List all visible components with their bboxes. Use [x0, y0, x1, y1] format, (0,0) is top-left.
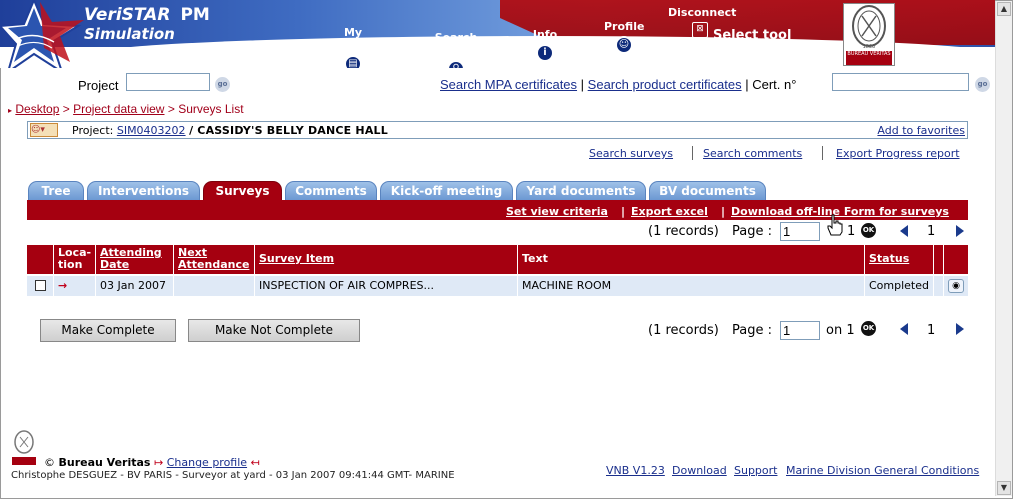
general-conditions-link[interactable]: Marine Division General Conditions	[786, 464, 979, 477]
app-title: VeriSTAR PM	[84, 5, 210, 25]
project-menu-icon[interactable]: ☺▾	[30, 123, 58, 137]
tab-yard-documents[interactable]: Yard documents	[516, 181, 646, 200]
bureau-veritas-logo: 1828 BUREAU VERITAS	[843, 3, 895, 66]
cert-number-label: Cert. n°	[752, 77, 797, 92]
survey-item-cell: INSPECTION OF AIR COMPRES...	[255, 276, 518, 296]
export-excel-link[interactable]: Export excel	[631, 205, 708, 218]
hand-cursor-icon	[827, 214, 843, 236]
col-survey-item[interactable]: Survey Item	[255, 245, 518, 274]
records-count-bottom: (1 records)	[648, 323, 719, 338]
project-name: / CASSIDY'S BELLY DANCE HALL	[189, 124, 388, 137]
disconnect-icon[interactable]: ⊠	[692, 22, 708, 38]
col-next-attendance[interactable]: Next Attendance	[174, 245, 255, 274]
text-cell: MACHINE ROOM	[518, 276, 865, 296]
next-page-icon-top[interactable]	[956, 225, 964, 237]
cert-go-button[interactable]: go	[975, 77, 990, 92]
select-tool-label[interactable]: Select tool	[713, 28, 791, 43]
export-progress-link[interactable]: Export Progress report	[836, 147, 960, 160]
table-row[interactable]: → 03 Jan 2007 INSPECTION OF AIR COMPRES.…	[27, 276, 968, 296]
nav-search-project[interactable]: Search project ⚲	[416, 31, 496, 68]
project-banner: ☺▾ Project: SIM0403202 / CASSIDY'S BELLY…	[27, 121, 968, 139]
veristar-star-logo	[0, 0, 84, 68]
current-page-top: 1	[927, 224, 936, 239]
make-complete-button[interactable]: Make Complete	[40, 319, 176, 342]
page-total-bottom: on 1	[826, 323, 855, 338]
col-text: Text	[518, 245, 865, 274]
tab-bv-documents[interactable]: BV documents	[649, 181, 766, 200]
search-comments-link[interactable]: Search comments	[703, 147, 802, 160]
row-checkbox[interactable]	[35, 280, 46, 291]
page-total-top: 1	[847, 224, 856, 239]
project-go-button[interactable]: go	[215, 77, 230, 92]
current-page-bottom: 1	[927, 323, 936, 338]
version-link[interactable]: VNB V1.23	[606, 464, 665, 477]
ok-button-bottom[interactable]: OK	[861, 321, 876, 336]
records-count-top: (1 records)	[648, 224, 719, 239]
certificate-links: Search MPA certificates | Search product…	[440, 77, 797, 92]
download-link[interactable]: Download	[672, 464, 727, 477]
set-view-criteria-link[interactable]: Set view criteria	[506, 205, 608, 218]
attending-date-cell: 03 Jan 2007	[96, 276, 174, 296]
col-attending-date[interactable]: Attending Date	[96, 245, 174, 274]
view-eye-icon[interactable]: ◉	[948, 279, 964, 293]
page-label-bottom: Page :	[732, 323, 772, 338]
prev-page-icon-top[interactable]	[900, 225, 908, 237]
project-code-link[interactable]: SIM0403202	[117, 124, 186, 137]
project-label: Project	[78, 78, 119, 93]
status-cell: Completed	[865, 276, 934, 296]
tab-kick-off-meeting[interactable]: Kick-off meeting	[380, 181, 513, 200]
breadcrumb: ▸ Desktop > Project data view > Surveys …	[8, 102, 244, 116]
col-status[interactable]: Status	[865, 245, 934, 274]
vertical-scrollbar[interactable]: ▲ ▼	[995, 1, 1012, 496]
tab-surveys[interactable]: Surveys	[203, 181, 282, 200]
desktop-icon: ▤	[344, 55, 362, 68]
app-header: VeriSTAR PM Simulation My desktop ▤ Searc…	[0, 0, 995, 68]
next-page-icon-bottom[interactable]	[956, 323, 964, 335]
cert-number-input[interactable]	[832, 73, 969, 91]
change-profile-link[interactable]: Change profile	[167, 456, 247, 469]
info-icon: i	[536, 44, 554, 62]
search-surveys-link[interactable]: Search surveys	[589, 147, 673, 160]
prev-page-icon-bottom[interactable]	[900, 323, 908, 335]
breadcrumb-marker-icon: ▸	[8, 106, 13, 115]
tab-tree[interactable]: Tree	[28, 181, 84, 200]
ok-button-top[interactable]: OK	[861, 223, 876, 238]
tab-interventions[interactable]: Interventions	[87, 181, 200, 200]
breadcrumb-project-data[interactable]: Project data view	[73, 102, 164, 116]
next-attendance-cell	[174, 276, 255, 296]
page-input-bottom[interactable]	[780, 321, 820, 340]
search-mpa-link[interactable]: Search MPA certificates	[440, 77, 577, 92]
make-not-complete-button[interactable]: Make Not Complete	[188, 319, 360, 342]
app-subtitle: Simulation	[84, 25, 175, 43]
breadcrumb-desktop[interactable]: Desktop	[15, 102, 59, 116]
add-to-favorites-link[interactable]: Add to favorites	[877, 124, 965, 137]
search-product-link[interactable]: Search product certificates	[588, 77, 742, 92]
nav-info[interactable]: Info i	[530, 28, 560, 62]
scroll-up-icon[interactable]: ▲	[997, 2, 1011, 16]
change-profile-arrow-icon: ↦	[153, 456, 164, 469]
project-search-input[interactable]	[126, 73, 210, 91]
nav-my-desktop[interactable]: My desktop ▤	[322, 26, 384, 68]
page-label-top: Page :	[732, 224, 772, 239]
company-name: Bureau Veritas	[58, 456, 151, 469]
tab-comments[interactable]: Comments	[285, 181, 377, 200]
page-input-top[interactable]	[780, 222, 820, 241]
user-session-info: Christophe DESGUEZ - BV PARIS - Surveyor…	[11, 470, 455, 481]
nav-profile[interactable]: Profile ☺	[604, 20, 644, 54]
footer-copyright: © Bureau Veritas ↦ Change profile ↤	[44, 456, 260, 469]
profile-icon: ☺	[615, 36, 633, 54]
location-arrow-icon[interactable]: →	[54, 276, 96, 296]
col-location: Loca-tion	[54, 245, 96, 274]
change-profile-back-icon: ↤	[250, 456, 260, 469]
search-icon: ⚲	[447, 60, 465, 68]
scroll-down-icon[interactable]: ▼	[997, 481, 1011, 495]
support-link[interactable]: Support	[734, 464, 777, 477]
surveys-table-header: Loca-tion Attending Date Next Attendance…	[27, 245, 968, 274]
nav-disconnect[interactable]: Disconnect	[668, 6, 736, 19]
breadcrumb-current: Surveys List	[178, 102, 244, 116]
